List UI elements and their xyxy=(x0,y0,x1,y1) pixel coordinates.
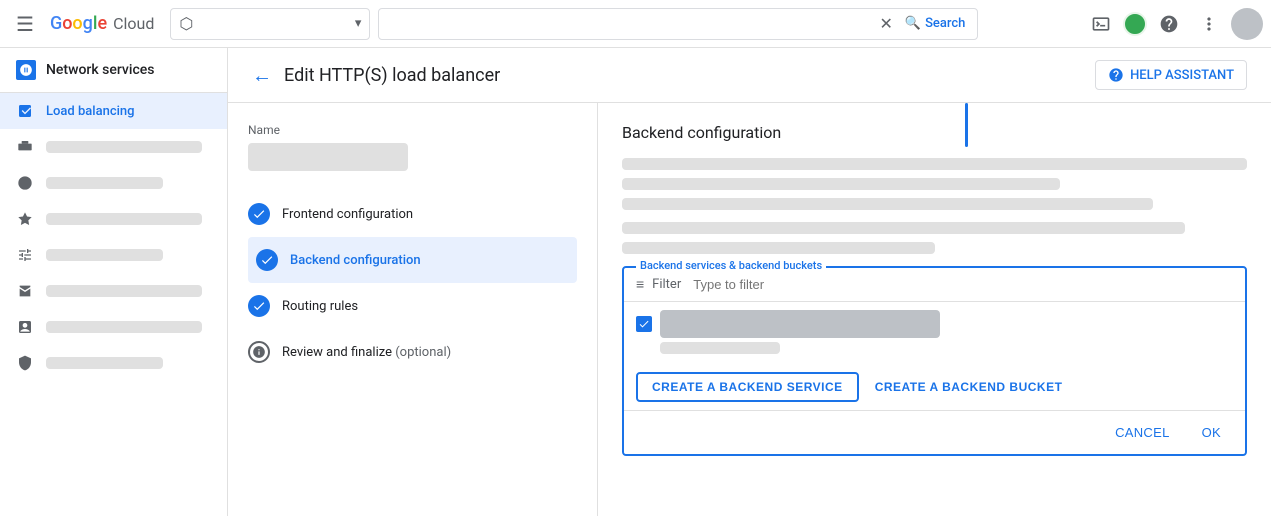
step1-done-icon xyxy=(248,203,270,225)
skeleton-row-3 xyxy=(622,198,1153,210)
create-backend-service-button[interactable]: CREATE A BACKEND SERVICE xyxy=(636,372,859,402)
sidebar-title: Network services xyxy=(46,62,154,78)
item5-icon xyxy=(16,247,34,263)
create-backend-bucket-button[interactable]: CREATE A BACKEND BUCKET xyxy=(875,374,1063,400)
bs-item-skeleton xyxy=(660,310,940,338)
step1-label: Frontend configuration xyxy=(282,207,413,222)
logo-text: Cloud xyxy=(113,14,154,33)
name-field-skeleton xyxy=(248,143,408,171)
bs-checkbox[interactable] xyxy=(636,316,652,332)
sidebar-item-7[interactable] xyxy=(0,309,227,345)
search-input[interactable] xyxy=(387,16,871,31)
project-selector[interactable]: ⬡ ▾ xyxy=(170,8,370,40)
sidebar-section-title: Network services xyxy=(0,48,227,93)
bs-item-row xyxy=(636,310,1233,338)
page-header: ← Edit HTTP(S) load balancer HELP ASSIST… xyxy=(228,48,1271,103)
search-button[interactable]: 🔍 Search xyxy=(901,16,970,31)
sidebar-item-label: Load balancing xyxy=(46,104,135,119)
topbar: ☰ Google Cloud ⬡ ▾ ✕ 🔍 Search xyxy=(0,0,1271,48)
sidebar-item-8[interactable] xyxy=(0,345,227,381)
skeleton-row-1 xyxy=(622,158,1247,170)
left-panel: Name Frontend configuration xyxy=(228,103,598,516)
step-frontend-configuration[interactable]: Frontend configuration xyxy=(248,191,577,237)
backend-services-label: Backend services & backend buckets xyxy=(636,259,826,272)
main-layout: Network services Load balancing xyxy=(0,48,1271,516)
cancel-button[interactable]: CANCEL xyxy=(1103,419,1182,446)
step3-label: Routing rules xyxy=(282,299,358,314)
step2-done-icon xyxy=(256,249,278,271)
sidebar-item-2[interactable] xyxy=(0,129,227,165)
item2-icon xyxy=(16,139,34,155)
menu-icon[interactable]: ☰ xyxy=(8,4,42,44)
step4-label: Review and finalize (optional) xyxy=(282,345,451,360)
right-panel: Backend configuration Backend services &… xyxy=(598,103,1271,516)
step3-done-icon xyxy=(248,295,270,317)
help-assistant-button[interactable]: HELP ASSISTANT xyxy=(1095,60,1247,90)
page-header-left: ← Edit HTTP(S) load balancer xyxy=(252,63,500,88)
more-options-icon-btn[interactable] xyxy=(1191,6,1227,42)
filter-row: ≡ Filter xyxy=(624,268,1245,302)
sidebar-item-load-balancing[interactable]: Load balancing xyxy=(0,93,227,129)
step-list: Frontend configuration Backend configura… xyxy=(248,191,577,375)
filter-icon: ≡ xyxy=(636,276,644,293)
bs-sub-skeleton xyxy=(660,342,780,354)
step-routing-rules[interactable]: Routing rules xyxy=(248,283,577,329)
step-review-finalize[interactable]: Review and finalize (optional) xyxy=(248,329,577,375)
avatar[interactable] xyxy=(1231,8,1263,40)
skeleton-row-4 xyxy=(622,222,1185,234)
search-label: Search xyxy=(925,16,965,31)
two-column-layout: Name Frontend configuration xyxy=(228,103,1271,516)
step2-label: Backend configuration xyxy=(290,253,421,268)
help-icon-btn[interactable] xyxy=(1151,6,1187,42)
sidebar: Network services Load balancing xyxy=(0,48,228,516)
filter-input[interactable] xyxy=(693,277,869,292)
ok-button[interactable]: OK xyxy=(1190,419,1233,446)
sidebar-item-4[interactable] xyxy=(0,201,227,237)
item8-icon xyxy=(16,355,34,371)
project-dots-icon: ⬡ xyxy=(179,14,193,33)
sidebar-item-3[interactable] xyxy=(0,165,227,201)
back-button[interactable]: ← xyxy=(252,63,272,88)
status-circle xyxy=(1123,12,1147,36)
item6-icon xyxy=(16,283,34,299)
load-balancing-icon xyxy=(16,103,34,119)
section-title: Backend configuration xyxy=(622,123,1247,142)
network-services-icon xyxy=(16,60,36,80)
search-icon: 🔍 xyxy=(905,16,921,31)
item3-icon xyxy=(16,175,34,191)
bs-footer: CANCEL OK xyxy=(624,410,1245,454)
clear-icon[interactable]: ✕ xyxy=(879,14,892,33)
sidebar-item-5[interactable] xyxy=(0,237,227,273)
item7-icon xyxy=(16,319,34,335)
help-assistant-label: HELP ASSISTANT xyxy=(1130,68,1234,83)
search-bar[interactable]: ✕ 🔍 Search xyxy=(378,8,978,40)
sidebar-item-6[interactable] xyxy=(0,273,227,309)
backend-services-box: Backend services & backend buckets ≡ Fil… xyxy=(622,266,1247,456)
google-cloud-logo: Google Cloud xyxy=(50,13,154,34)
content-area: ← Edit HTTP(S) load balancer HELP ASSIST… xyxy=(228,48,1271,516)
step4-info-icon xyxy=(248,341,270,363)
terminal-icon-btn[interactable] xyxy=(1083,6,1119,42)
page-title: Edit HTTP(S) load balancer xyxy=(284,65,500,86)
step-backend-configuration[interactable]: Backend configuration xyxy=(248,237,577,283)
bs-entry xyxy=(624,302,1245,362)
topbar-actions xyxy=(1083,6,1263,42)
name-label: Name xyxy=(248,123,577,137)
bs-actions: CREATE A BACKEND SERVICE CREATE A BACKEN… xyxy=(624,362,1245,410)
item4-icon xyxy=(16,211,34,227)
skeleton-row-2 xyxy=(622,178,1060,190)
skeleton-row-5 xyxy=(622,242,935,254)
chevron-down-icon: ▾ xyxy=(355,16,362,31)
filter-label: Filter xyxy=(652,277,681,292)
